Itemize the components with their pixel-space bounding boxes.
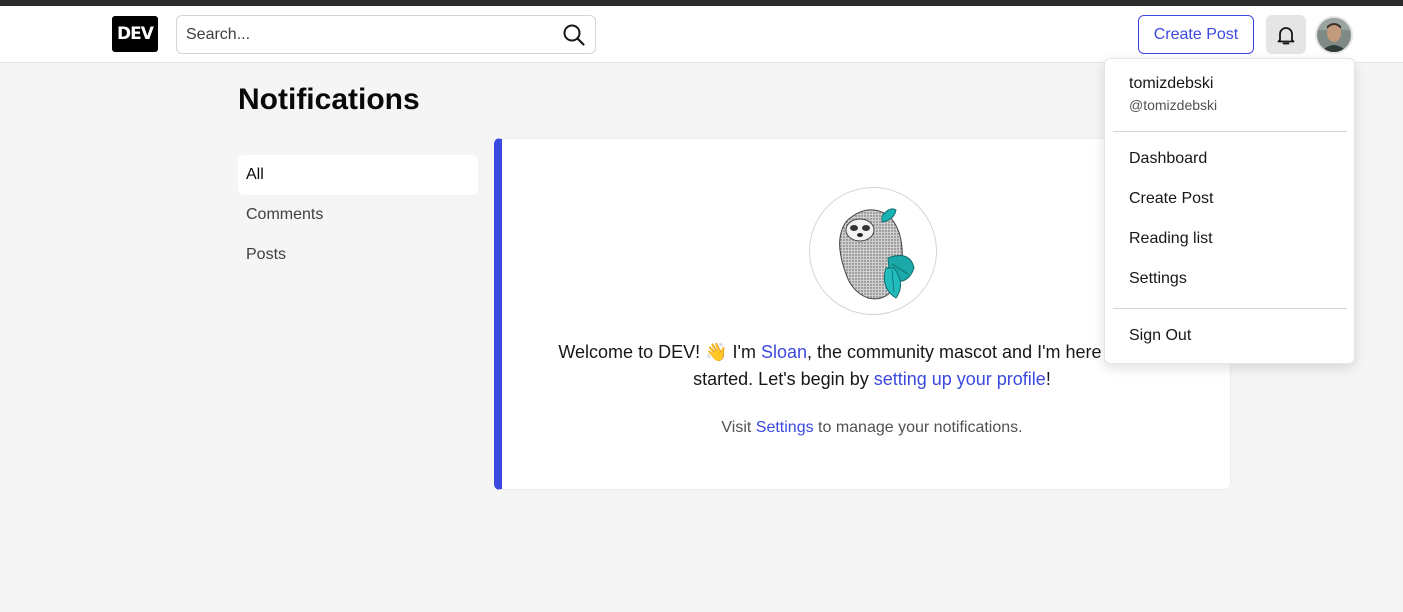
- menu-item-create-post[interactable]: Create Post: [1113, 179, 1347, 219]
- menu-item-settings[interactable]: Settings: [1113, 259, 1347, 299]
- user-menu-name: tomizdebski: [1129, 75, 1214, 92]
- settings-hint: Visit Settings to manage your notificati…: [542, 419, 1202, 437]
- user-menu-handle: @tomizdebski: [1129, 97, 1218, 113]
- welcome-text-start: Welcome to DEV! 👋 I'm: [558, 342, 761, 362]
- bell-icon: [1277, 26, 1295, 44]
- welcome-message: Welcome to DEV! 👋 I'm Sloan, the communi…: [542, 339, 1202, 393]
- setup-profile-link[interactable]: setting up your profile: [874, 369, 1046, 389]
- dev-logo[interactable]: DEV: [112, 16, 158, 52]
- create-post-button[interactable]: Create Post: [1138, 15, 1254, 54]
- avatar-image: [1317, 18, 1351, 52]
- sloth-mascot-illustration: [839, 208, 915, 300]
- menu-item-sign-out[interactable]: Sign Out: [1113, 316, 1347, 356]
- sloan-mascot-image: [809, 187, 937, 315]
- user-avatar[interactable]: [1315, 16, 1353, 54]
- menu-divider: [1113, 308, 1347, 309]
- settings-link[interactable]: Settings: [756, 419, 814, 436]
- filter-all[interactable]: All: [238, 155, 478, 195]
- search-box: [176, 15, 596, 54]
- menu-item-reading-list[interactable]: Reading list: [1113, 219, 1347, 259]
- filter-comments[interactable]: Comments: [238, 195, 478, 235]
- user-menu-profile[interactable]: tomizdebski @tomizdebski: [1129, 75, 1217, 113]
- settings-hint-end: to manage your notifications.: [813, 419, 1023, 436]
- notifications-filter-nav: All Comments Posts: [238, 155, 478, 275]
- menu-item-dashboard[interactable]: Dashboard: [1113, 139, 1347, 179]
- search-button[interactable]: [559, 20, 589, 50]
- filter-posts[interactable]: Posts: [238, 235, 478, 275]
- menu-divider: [1113, 131, 1347, 132]
- search-icon: [563, 24, 585, 46]
- notifications-button[interactable]: [1266, 15, 1306, 54]
- page-title: Notifications: [238, 83, 420, 116]
- user-menu-dropdown: tomizdebski @tomizdebski Dashboard Creat…: [1104, 58, 1355, 364]
- welcome-text-end: !: [1045, 369, 1051, 389]
- search-input[interactable]: [178, 17, 548, 52]
- top-header: DEV Create Post: [0, 6, 1403, 63]
- settings-hint-start: Visit: [721, 419, 756, 436]
- sloan-link[interactable]: Sloan: [761, 342, 807, 362]
